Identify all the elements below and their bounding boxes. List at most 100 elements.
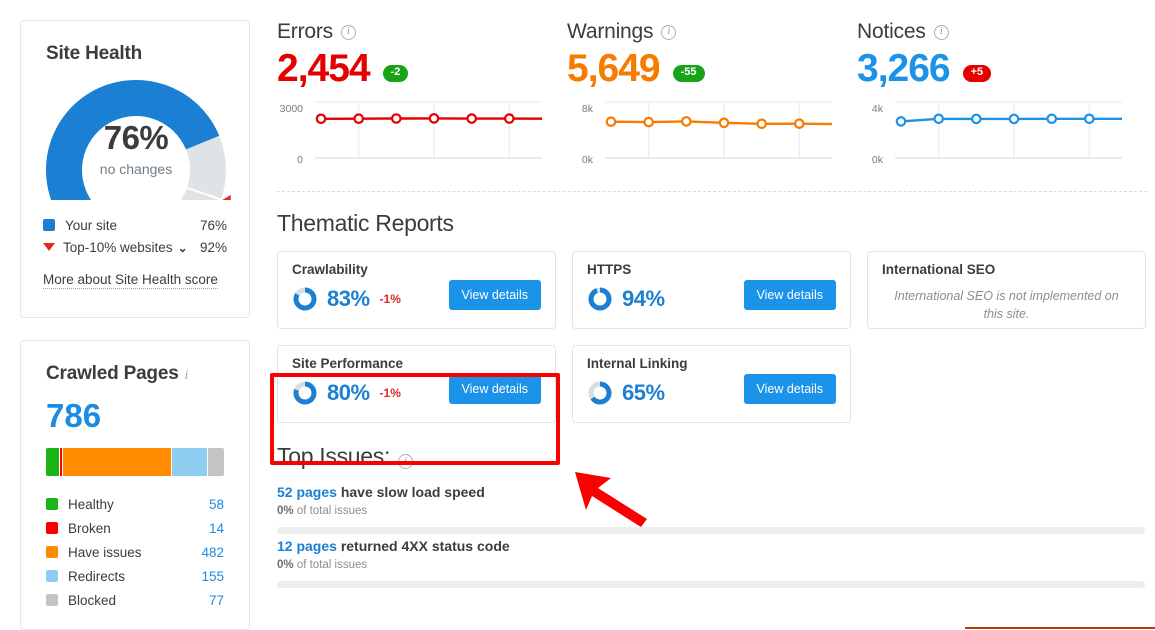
donut-icon xyxy=(588,287,612,311)
metric-card-notices: Notices i 3,266 +5 4k 0k xyxy=(857,20,1147,175)
info-icon[interactable]: i xyxy=(933,24,949,40)
thematic-column-1: Crawlability 83% -1% View details Site Perfo… xyxy=(277,250,556,423)
gauge-center-readout: 76% no changes xyxy=(21,121,251,177)
metric-delta-badge: -2 xyxy=(382,65,409,82)
segment-label: Blocked xyxy=(68,592,117,608)
svg-text:0k: 0k xyxy=(582,154,594,166)
thematic-card-title: Crawlability xyxy=(292,261,368,277)
view-details-button[interactable]: View details xyxy=(448,279,541,310)
top-issues-list: 52 pages have slow load speed 0% of total… xyxy=(277,484,1147,588)
issue-subtext: 0% of total issues xyxy=(277,505,1147,517)
site-health-gauge: 76% no changes xyxy=(21,75,251,200)
crawled-legend-row[interactable]: Have issues 482 xyxy=(46,540,224,564)
thematic-reports-title: Thematic Reports xyxy=(277,209,454,236)
info-icon[interactable]: i xyxy=(185,367,189,382)
crawled-legend-row[interactable]: Healthy 58 xyxy=(46,492,224,516)
section-divider xyxy=(277,190,1147,192)
metric-name: Warnings i xyxy=(567,20,857,44)
thematic-card-internal-linking: Internal Linking 65% View details xyxy=(572,344,851,423)
metric-value-row: 5,649 -55 xyxy=(567,47,857,90)
metric-value: 2,454 xyxy=(277,47,371,90)
metric-value: 5,649 xyxy=(567,47,661,90)
site-health-score: 76% xyxy=(103,119,169,156)
issue-count-link[interactable]: 52 pages xyxy=(277,484,337,500)
info-icon[interactable]: i xyxy=(398,454,414,470)
issue-progress-bar xyxy=(277,580,1145,588)
metrics-row: Errors i 2,454 -2 3000 0 Warnings i 5,649 -55 8k 0k… xyxy=(277,20,1147,175)
segment-value[interactable]: 58 xyxy=(209,497,224,512)
thematic-card-title: Internal Linking xyxy=(587,355,688,371)
thematic-card-percent: 83% xyxy=(327,285,370,311)
your-site-swatch xyxy=(43,219,55,231)
more-about-site-health-link[interactable]: More about Site Health score xyxy=(43,272,218,289)
segment-label: Healthy xyxy=(68,496,114,512)
metric-value-row: 2,454 -2 xyxy=(277,47,567,90)
metric-card-warnings: Warnings i 5,649 -55 8k 0k xyxy=(567,20,857,175)
view-details-button[interactable]: View details xyxy=(448,373,541,404)
segment-value[interactable]: 482 xyxy=(201,545,224,560)
thematic-card-percent: 65% xyxy=(622,379,665,405)
top-issues-title: Top Issues: i xyxy=(277,443,1147,470)
thematic-card-https: HTTPS 94% View details xyxy=(572,250,851,329)
metric-value-row: 3,266 +5 xyxy=(857,48,1147,90)
segment-value[interactable]: 77 xyxy=(209,593,224,608)
thematic-card-site-performance: Site Performance 80% -1% View details xyxy=(277,344,556,423)
issue-headline: 52 pages have slow load speed xyxy=(277,484,1147,500)
svg-text:8k: 8k xyxy=(582,103,594,115)
metric-label: Errors xyxy=(277,20,333,43)
stacked-bar-segment xyxy=(206,448,224,476)
crawled-legend-row[interactable]: Broken 14 xyxy=(46,516,224,540)
view-details-button[interactable]: View details xyxy=(743,373,836,404)
metric-sparkline: 8k 0k xyxy=(567,98,857,175)
thematic-card-percent: 94% xyxy=(622,285,665,311)
site-audit-overview-page: Site Health 76% no changes Your site 76% xyxy=(0,0,1155,630)
metric-delta-badge: -55 xyxy=(672,65,705,82)
legend-row-top10[interactable]: Top-10% websites ⌄ 92% xyxy=(43,236,227,258)
chevron-down-icon[interactable]: ⌄ xyxy=(178,241,188,255)
stacked-bar-segment xyxy=(62,448,172,476)
segment-swatch xyxy=(46,570,58,582)
svg-text:3000: 3000 xyxy=(280,103,304,115)
thematic-card-na-text: International SEO is not implemented on … xyxy=(894,288,1119,322)
segment-label: Broken xyxy=(68,520,111,536)
top10-value: 92% xyxy=(199,239,227,255)
metric-card-errors: Errors i 2,454 -2 3000 0 xyxy=(277,20,567,175)
issue-text: have slow load speed xyxy=(336,483,485,500)
issue-headline: 12 pages returned 4XX status code xyxy=(277,538,1147,554)
view-details-button[interactable]: View details xyxy=(743,279,836,310)
metric-sparkline: 3000 0 xyxy=(277,98,567,175)
site-health-title: Site Health xyxy=(46,43,142,64)
thematic-card-international-seo: International SEO International SEO is no… xyxy=(867,250,1146,329)
stacked-bar-segment xyxy=(46,448,60,476)
segment-swatch xyxy=(46,594,58,606)
segment-swatch xyxy=(46,522,58,534)
issue-percent: 0% xyxy=(277,504,294,517)
metric-name: Errors i xyxy=(277,20,567,44)
metric-delta-badge: +5 xyxy=(962,65,992,82)
crawled-pages-legend: Healthy 58 Broken 14 Have issues 482 Redirects… xyxy=(46,492,224,612)
info-icon[interactable]: i xyxy=(340,24,356,40)
issue-text: returned 4XX status code xyxy=(336,537,510,554)
thematic-card-percent: 80% xyxy=(327,379,370,405)
segment-label: Have issues xyxy=(68,544,142,560)
site-health-change: no changes xyxy=(99,161,173,177)
issue-count-link[interactable]: 12 pages xyxy=(277,538,337,554)
metric-label: Warnings xyxy=(567,20,654,43)
your-site-value: 76% xyxy=(199,217,227,233)
crawled-pages-stacked-bar xyxy=(46,448,224,476)
crawled-legend-row[interactable]: Redirects 155 xyxy=(46,564,224,588)
thematic-card-title: HTTPS xyxy=(587,261,632,277)
info-icon[interactable]: i xyxy=(661,24,677,40)
issue-percent: 0% xyxy=(277,558,294,571)
segment-value[interactable]: 14 xyxy=(209,521,224,536)
site-health-panel: Site Health 76% no changes Your site 76% xyxy=(20,20,250,318)
triangle-down-icon xyxy=(43,243,55,251)
segment-value[interactable]: 155 xyxy=(201,569,224,584)
segment-label: Redirects xyxy=(68,568,126,584)
crawled-legend-row[interactable]: Blocked 77 xyxy=(46,588,224,612)
issue-subtext: 0% of total issues xyxy=(277,559,1147,571)
top-issue-item: 12 pages returned 4XX status code 0% of t… xyxy=(277,538,1147,588)
your-site-label: Your site xyxy=(65,217,118,233)
segment-swatch xyxy=(46,498,58,510)
segment-swatch xyxy=(46,546,58,558)
